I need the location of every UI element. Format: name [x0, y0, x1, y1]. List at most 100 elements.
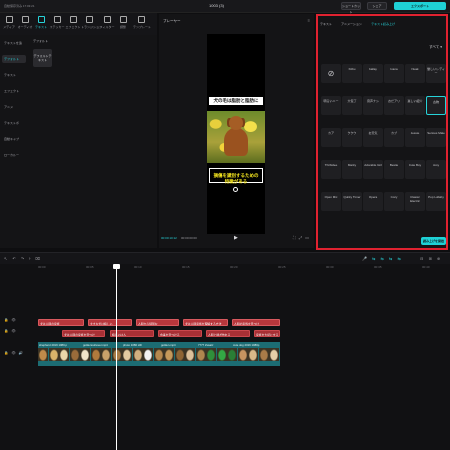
video-thumbnail [258, 348, 269, 361]
voice-card[interactable]: Ivana [384, 64, 404, 83]
text-sidebar: テキストを追 デフォルト テキスト エフェクト アニメ テキストボ 自動キャプ … [2, 39, 26, 167]
voice-card[interactable]: ballay [363, 64, 383, 83]
sidebar-item-text[interactable]: テキスト [2, 71, 26, 79]
tab-sticker[interactable]: ステッカー [49, 15, 65, 33]
tab-template[interactable]: テンプレート [133, 15, 151, 33]
voice-card[interactable]: お天気 [363, 128, 383, 147]
tab-text-props[interactable]: テキスト [320, 22, 332, 26]
adjust-icon [119, 16, 127, 23]
filter-dropdown[interactable]: すべて ▾ [429, 45, 442, 50]
voice-card[interactable]: 古物 [426, 96, 446, 115]
play-icon[interactable]: ▶ [234, 235, 238, 241]
video-thumbnail [59, 348, 69, 361]
voice-card[interactable]: Pop Lullaby [426, 192, 446, 211]
voice-card[interactable]: Marky [342, 160, 362, 179]
voice-card[interactable]: Josy [426, 160, 446, 179]
sidebar-item-local[interactable]: ローカルー [2, 151, 26, 159]
playhead-handle-icon[interactable] [113, 264, 120, 269]
sidebar-item-add-text[interactable]: テキストを追 [2, 39, 26, 47]
voice-card[interactable]: Cozy [384, 192, 404, 211]
shortcut-button[interactable]: ショートカット [341, 2, 361, 14]
video-preview[interactable]: 犬の毛は脂肪と脂肪に 損傷を識別するための特徴がある [207, 34, 265, 234]
rotate-handle-icon[interactable] [233, 187, 238, 192]
clip-filename: cute dog 2019 1080p [233, 343, 260, 347]
voice-card[interactable]: カブ [384, 128, 404, 147]
tab-transition[interactable]: トランジション [81, 15, 103, 33]
voice-card[interactable]: Open Mic [321, 192, 341, 211]
timeline[interactable]: 00:00 00:05 00:10 00:15 00:20 00:25 00:30 00:35… [0, 264, 450, 450]
voice-card[interactable]: Opera [363, 192, 383, 211]
caption-clip[interactable]: 犬は人間家族を理解する方法 [183, 319, 228, 326]
text-panel: テキストを追 デフォルト テキスト エフェクト アニメ テキストボ 自動キャプ … [0, 35, 157, 248]
none-voice-icon[interactable]: ⊘ [321, 64, 341, 83]
voice-card[interactable]: Bestie [384, 160, 404, 179]
voice-card[interactable]: カア [321, 128, 341, 147]
voice-card[interactable]: Nuak [405, 64, 425, 83]
caption-clip[interactable]: 犬は人間の家族 [38, 319, 84, 326]
voice-card[interactable]: ククウ [342, 128, 362, 147]
ruler-tick: 00:00 [38, 265, 46, 269]
track-controls-video[interactable]: 🔒 👁 🔊 [4, 351, 24, 355]
voice-card[interactable]: 優しいレディー [426, 64, 446, 83]
time-ruler[interactable]: 00:00 00:05 00:10 00:15 00:20 00:25 00:30 00:35… [38, 264, 450, 272]
edit-tools[interactable]: ↖ ↶ ↷ ⟊ ⌧ [4, 256, 42, 261]
video-track[interactable]: shepherd 2019 1080.p goldenretriever.mp4 p… [38, 342, 280, 366]
voice-card[interactable]: Adorable Girl [363, 160, 383, 179]
share-button[interactable]: シェア [367, 2, 387, 10]
caption-clip[interactable]: 人間から特別な [136, 319, 179, 326]
track-tools[interactable]: 🎤 ⇆ ⇆ ⇆ ⇆ [362, 256, 403, 261]
caption-top[interactable]: 犬の毛は脂肪と脂肪に [209, 97, 263, 105]
voice-card[interactable]: Cute Boy [405, 160, 425, 179]
caption-clip[interactable]: 犬は人間の家族を見つけ [62, 330, 105, 337]
caption-clip[interactable]: 大きな犬は嬉しい [88, 319, 132, 326]
voice-card[interactable]: おだアリ [384, 96, 404, 115]
default-text-card[interactable]: デフォルトテキスト [33, 49, 52, 67]
voice-card[interactable]: Kitbu [342, 64, 362, 83]
tab-label: ステッカー [49, 25, 65, 29]
tab-animation[interactable]: アニメーション [341, 22, 362, 26]
tab-text-to-speech[interactable]: テキスト読み上げ [371, 22, 395, 26]
sidebar-item-textbox[interactable]: テキストボ [2, 119, 26, 127]
voice-card[interactable]: Classic Electric [405, 192, 425, 211]
tab-audio[interactable]: オーディオ [17, 15, 33, 33]
tab-text[interactable]: テキスト [33, 15, 49, 33]
track-controls-text[interactable]: 🔒 👁 [4, 318, 17, 322]
start-tts-button[interactable]: 読み上げを開始 [421, 237, 446, 245]
sidebar-item-effects[interactable]: エフェクト [2, 87, 26, 95]
text-icon [37, 16, 45, 23]
caption-clip[interactable]: 人間の家族を見つけ [232, 319, 280, 326]
video-thumbnail [153, 348, 164, 361]
ruler-tick: 00:40 [422, 265, 430, 269]
ruler-tick: 00:15 [182, 265, 190, 269]
title-bar: 自動保存済み 17:03:21 1003 (3) ショートカット シェア エクス… [0, 0, 450, 14]
tab-filter[interactable]: フィルター [99, 15, 115, 33]
tab-effects[interactable]: エフェクト [65, 15, 81, 33]
voice-card[interactable]: Thribidee [321, 160, 341, 179]
sidebar-item-animation[interactable]: アニメ [2, 103, 26, 111]
sidebar-item-default[interactable]: デフォルト [2, 55, 26, 63]
track-controls-text2[interactable]: 🔒 👁 [4, 329, 17, 333]
caption-bottom[interactable]: 損傷を識別するための特徴がある [212, 173, 260, 185]
caption-clip[interactable]: 家族を大切にする [254, 330, 280, 337]
voice-card[interactable]: Quirky Timer [342, 192, 362, 211]
caption-clip[interactable]: 人間と絆が作れる [206, 330, 250, 337]
player-panel: プレーヤー ≡ 犬の毛は脂肪と脂肪に 損傷を識別するための特徴がある 00:00… [159, 14, 314, 248]
video-thumbnail [143, 348, 153, 361]
tab-adjust[interactable]: 調整 [115, 15, 131, 33]
voice-card[interactable]: Serious Male [426, 128, 446, 147]
effects-icon [69, 16, 77, 23]
tab-label: トランジション [81, 25, 103, 29]
voice-card[interactable]: 楽しい紹介 [405, 96, 425, 115]
caption-clip[interactable]: 食事を見つける [158, 330, 202, 337]
voice-card[interactable]: 音声ナシ [363, 96, 383, 115]
voice-card[interactable]: Jessie [405, 128, 425, 147]
player-tools[interactable]: ⛶ ⤢ ▭ [293, 235, 310, 240]
sidebar-item-auto-caption[interactable]: 自動キャプ [2, 135, 26, 143]
voice-card[interactable]: 明るいニー [321, 96, 341, 115]
tab-media[interactable]: メディア [1, 15, 17, 33]
zoom-tools[interactable]: ⊟ ⊞ ⊕ [420, 256, 442, 261]
export-button[interactable]: エクスポート [394, 2, 446, 10]
voice-card[interactable]: 大包丁 [342, 96, 362, 115]
playhead[interactable] [116, 264, 117, 450]
menu-icon[interactable]: ≡ [308, 18, 310, 23]
